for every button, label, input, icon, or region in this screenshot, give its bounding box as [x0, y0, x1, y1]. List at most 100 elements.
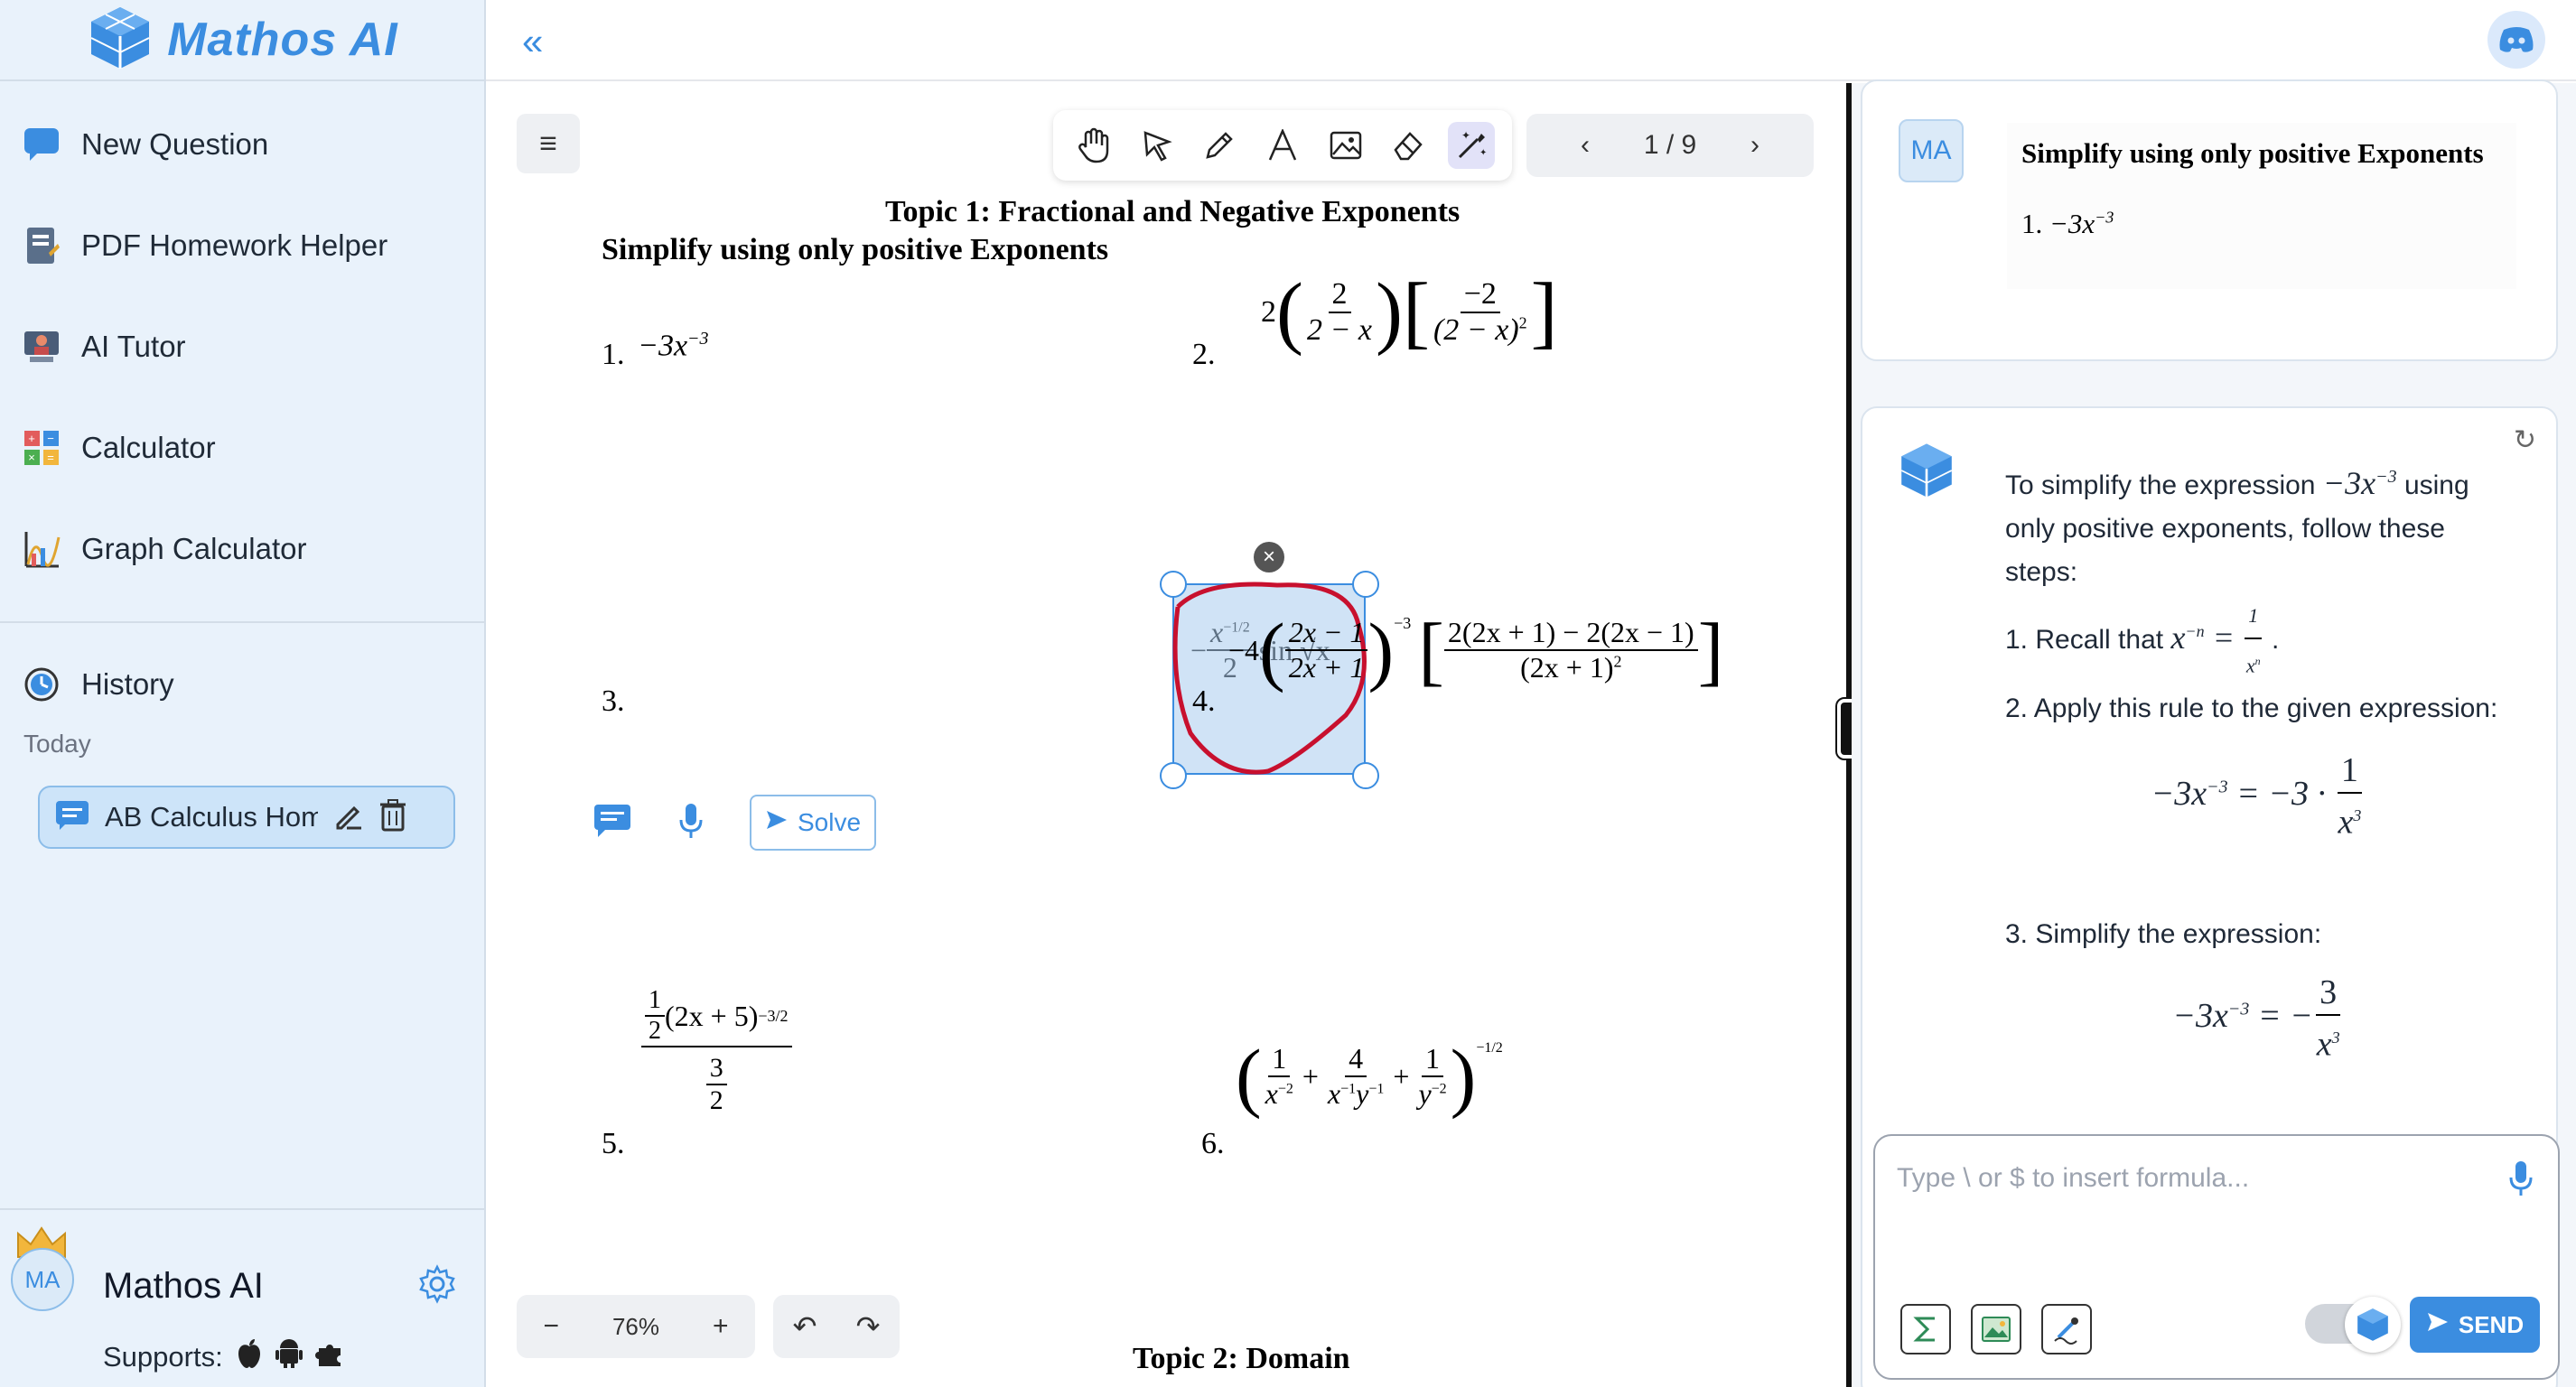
problem-6-expression: ( 1 x−2 + 4 x−1y−1 + 1 y−2 ) −1/2	[1236, 1033, 1503, 1120]
ai-equation-2: −3x−3 = −3 x3	[2005, 971, 2511, 1066]
ai-response-text: To simplify the expression −3x−3 using o…	[2005, 455, 2511, 1066]
history-controls: ↶ ↷	[773, 1295, 900, 1358]
sidebar-item-pdf-homework-helper[interactable]: PDF Homework Helper	[0, 195, 484, 296]
zoom-out-button[interactable]: −	[543, 1311, 559, 1342]
chat-input-box[interactable]: Type \ or $ to insert formula... SEND	[1873, 1134, 2560, 1380]
ai-equation-1: −3x−3 = −3 · 1 x3	[2005, 749, 2511, 844]
pencil-icon[interactable]	[1196, 122, 1243, 169]
eraser-icon[interactable]	[1385, 122, 1432, 169]
history-header[interactable]: History	[0, 634, 484, 735]
ai-intro: To simplify the expression −3x−3 using o…	[2005, 465, 2469, 587]
image-upload-icon[interactable]	[1971, 1304, 2021, 1354]
handwriting-icon[interactable]	[2041, 1304, 2092, 1354]
sidebar-footer: MA Mathos AI Supports:	[0, 1208, 484, 1387]
pointer-select-icon[interactable]	[1134, 122, 1181, 169]
solve-button[interactable]: Solve	[750, 795, 876, 851]
resize-handle-bottom-left[interactable]	[1160, 762, 1187, 789]
sidebar-item-ai-tutor[interactable]: AI Tutor	[0, 296, 484, 397]
trash-icon[interactable]	[379, 798, 406, 836]
sidebar-item-label: AI Tutor	[81, 330, 186, 363]
comment-icon[interactable]	[593, 803, 632, 843]
pdf-viewer: Topic 1: Fractional and Negative Exponen…	[486, 83, 1850, 1387]
avatar[interactable]: MA	[11, 1248, 74, 1311]
collapse-sidebar-icon[interactable]: «	[522, 20, 543, 63]
chat-bubble-icon	[22, 125, 61, 164]
sidebar-nav: New Question PDF Homework Helper AI Tuto…	[0, 81, 484, 623]
resize-handle-top-right[interactable]	[1352, 571, 1379, 598]
problem-number-3: 3.	[602, 684, 625, 718]
microphone-icon[interactable]	[677, 802, 705, 844]
input-tools	[1900, 1304, 2092, 1354]
problem-number-6: 6.	[1201, 1127, 1225, 1160]
user-message: MA Simplify using only positive Exponent…	[1861, 79, 2558, 361]
formula-sigma-icon[interactable]	[1900, 1304, 1951, 1354]
supports-label: Supports:	[103, 1341, 223, 1373]
sidebar-item-new-question[interactable]: New Question	[0, 94, 484, 195]
zoom-level: 76%	[611, 1312, 659, 1340]
close-selection-icon[interactable]: ×	[1254, 542, 1284, 572]
redo-icon[interactable]: ↷	[856, 1309, 881, 1344]
svg-text:✦: ✦	[1461, 129, 1470, 142]
svg-text:−: −	[47, 432, 54, 445]
regenerate-icon[interactable]: ↻	[2514, 424, 2536, 456]
user-image-problem-number: 1. −3x−3	[2021, 208, 2114, 239]
chat-input-placeholder[interactable]: Type \ or $ to insert formula...	[1897, 1163, 2249, 1194]
user-avatar: MA	[1899, 119, 1964, 182]
prev-page-icon[interactable]: ‹	[1581, 130, 1590, 161]
sidebar-item-label: PDF Homework Helper	[81, 228, 388, 262]
page-navigator: ‹ 1 / 9 ›	[1526, 114, 1814, 177]
svg-text:+: +	[28, 432, 35, 445]
sidebar-item-label: New Question	[81, 127, 269, 161]
svg-text:✦: ✦	[1479, 148, 1487, 158]
resize-handle-bottom-right[interactable]	[1352, 762, 1379, 789]
send-button[interactable]: SEND	[2410, 1297, 2540, 1353]
problem-number-2: 2.	[1192, 338, 1216, 371]
history-label: History	[81, 667, 174, 701]
top-bar: «	[486, 0, 2576, 81]
brand-name: Mathos AI	[167, 14, 398, 66]
apple-icon[interactable]	[236, 1338, 263, 1376]
tutor-icon	[22, 327, 61, 367]
sidebar-item-label: Graph Calculator	[81, 532, 307, 565]
calculator-icon: + − × =	[22, 428, 61, 468]
extension-puzzle-icon[interactable]	[314, 1339, 344, 1375]
doc-title: Topic 1: Fractional and Negative Exponen…	[885, 195, 1461, 228]
page-indicator: 1 / 9	[1643, 130, 1697, 160]
edit-icon[interactable]	[332, 799, 365, 836]
image-tool-icon[interactable]	[1322, 122, 1369, 169]
mode-toggle-knob-icon[interactable]	[2345, 1297, 2401, 1353]
gear-icon[interactable]	[417, 1264, 457, 1308]
undo-icon[interactable]: ↶	[793, 1309, 817, 1344]
text-tool-icon[interactable]	[1259, 122, 1306, 169]
history-item[interactable]: AB Calculus Homework	[38, 786, 455, 849]
magic-lasso-icon[interactable]: ✦ ✦	[1448, 122, 1496, 169]
history-item-label: AB Calculus Homework	[105, 801, 318, 833]
hand-pan-icon[interactable]	[1070, 122, 1117, 169]
menu-icon[interactable]: ≡	[517, 114, 580, 173]
resize-handle-top-left[interactable]	[1160, 571, 1187, 598]
pdf-icon	[22, 226, 61, 265]
next-page-icon[interactable]: ›	[1750, 130, 1759, 161]
zoom-in-button[interactable]: +	[713, 1311, 729, 1342]
problem-number-5: 5.	[602, 1127, 625, 1160]
chat-list-icon	[54, 799, 90, 836]
voice-input-icon[interactable]	[2507, 1159, 2534, 1202]
problem-number-1: 1.	[602, 338, 625, 371]
android-icon[interactable]	[275, 1338, 303, 1376]
solve-button-label: Solve	[797, 808, 862, 836]
send-icon	[2426, 1311, 2450, 1339]
brand[interactable]: Mathos AI	[0, 0, 484, 81]
send-button-label: SEND	[2458, 1310, 2525, 1338]
history-group-today: Today	[23, 730, 91, 758]
sidebar: Mathos AI New Question PDF Homework Help…	[0, 0, 486, 1387]
sidebar-item-label: Calculator	[81, 431, 216, 464]
ai-step-3: 3. Simplify the expression:	[2005, 918, 2322, 949]
sidebar-item-calculator[interactable]: + − × = Calculator	[0, 397, 484, 498]
discord-icon[interactable]	[2487, 11, 2545, 69]
user-message-image[interactable]: Simplify using only positive Exponents 1…	[2007, 123, 2516, 289]
problem-4-expression: −4( 2x − 1 2x + 1 ) −3 [ 2(2x + 1) − 2(2x …	[1228, 607, 1724, 694]
doc-section-title: Topic 2: Domain	[1133, 1342, 1350, 1375]
mathos-bot-avatar-icon	[1897, 441, 1956, 505]
chat-panel: MA Simplify using only positive Exponent…	[1852, 79, 2576, 1387]
sidebar-item-graph-calculator[interactable]: Graph Calculator	[0, 498, 484, 600]
